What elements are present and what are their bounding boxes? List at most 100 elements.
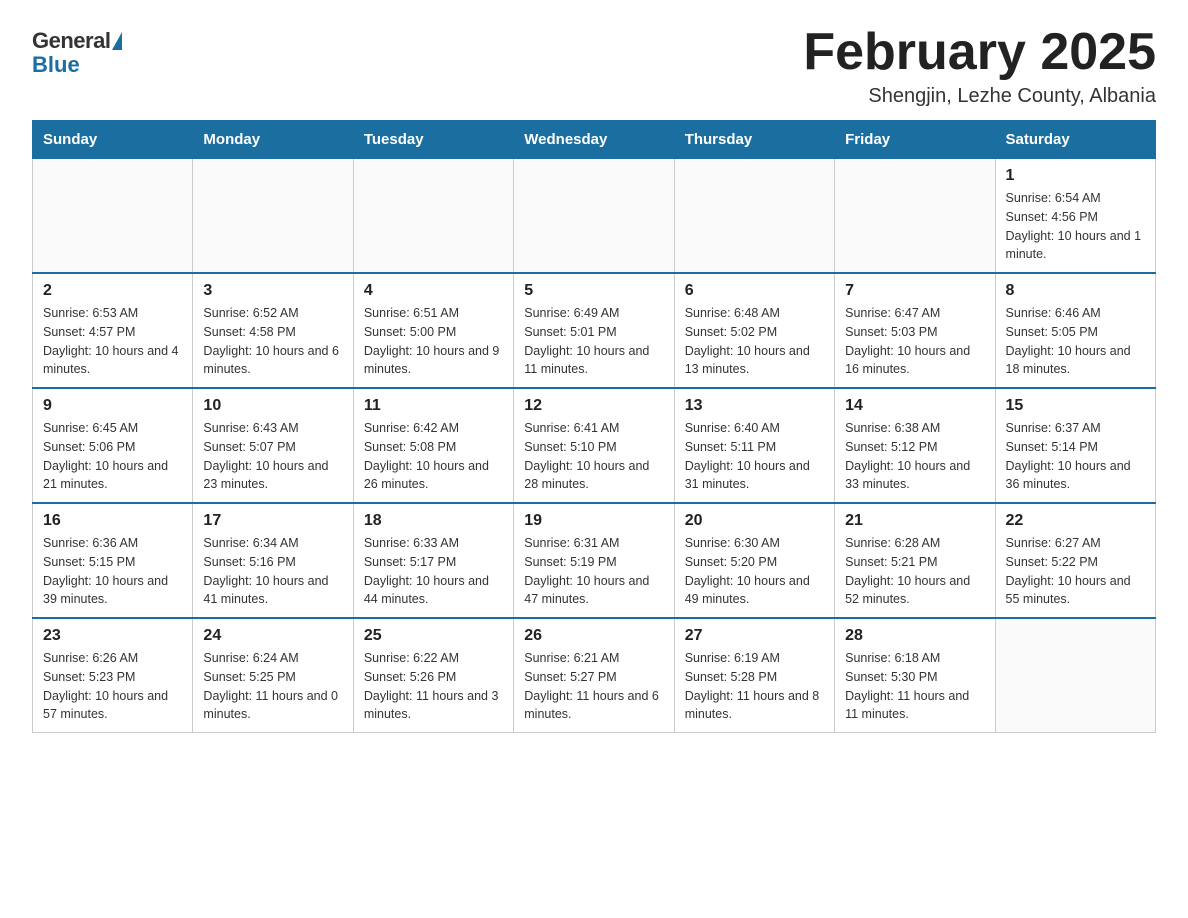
day-number: 17 xyxy=(203,512,342,530)
day-cell: 23 Sunrise: 6:26 AMSunset: 5:23 PMDayligh… xyxy=(33,618,193,733)
day-info: Sunrise: 6:45 AMSunset: 5:06 PMDaylight:… xyxy=(43,419,182,494)
day-number: 2 xyxy=(43,282,182,300)
day-number: 28 xyxy=(845,627,984,645)
day-number: 8 xyxy=(1006,282,1145,300)
title-block: February 2025 Shengjin, Lezhe County, Al… xyxy=(803,24,1156,108)
day-cell: 9Sunrise: 6:45 AMSunset: 5:06 PMDaylight… xyxy=(33,388,193,503)
day-info: Sunrise: 6:27 AMSunset: 5:22 PMDaylight:… xyxy=(1006,534,1145,609)
logo: General Blue xyxy=(32,24,122,78)
day-number: 7 xyxy=(845,282,984,300)
day-cell: 18Sunrise: 6:33 AMSunset: 5:17 PMDayligh… xyxy=(353,503,513,618)
day-info: Sunrise: 6:40 AMSunset: 5:11 PMDaylight:… xyxy=(685,419,824,494)
day-cell: 28 Sunrise: 6:18 AMSunset: 5:30 PMDayligh… xyxy=(835,618,995,733)
day-number: 16 xyxy=(43,512,182,530)
day-info: Sunrise: 6:22 AMSunset: 5:26 PMDaylight:… xyxy=(364,649,503,724)
day-cell: 22 Sunrise: 6:27 AMSunset: 5:22 PMDayligh… xyxy=(995,503,1155,618)
calendar-header: SundayMondayTuesdayWednesdayThursdayFrid… xyxy=(33,121,1156,159)
day-number: 1 xyxy=(1006,167,1145,185)
day-cell xyxy=(835,159,995,274)
day-info: Sunrise: 6:18 AMSunset: 5:30 PMDaylight:… xyxy=(845,649,984,724)
week-row-3: 16Sunrise: 6:36 AMSunset: 5:15 PMDayligh… xyxy=(33,503,1156,618)
day-cell: 16Sunrise: 6:36 AMSunset: 5:15 PMDayligh… xyxy=(33,503,193,618)
day-cell: 15 Sunrise: 6:37 AMSunset: 5:14 PMDayligh… xyxy=(995,388,1155,503)
day-cell: 11 Sunrise: 6:42 AMSunset: 5:08 PMDayligh… xyxy=(353,388,513,503)
day-cell: 8 Sunrise: 6:46 AMSunset: 5:05 PMDaylight… xyxy=(995,273,1155,388)
day-cell: 24 Sunrise: 6:24 AMSunset: 5:25 PMDayligh… xyxy=(193,618,353,733)
day-info: Sunrise: 6:24 AMSunset: 5:25 PMDaylight:… xyxy=(203,649,342,724)
day-cell: 26 Sunrise: 6:21 AMSunset: 5:27 PMDayligh… xyxy=(514,618,674,733)
day-info: Sunrise: 6:54 AMSunset: 4:56 PMDaylight:… xyxy=(1006,189,1145,264)
header-day-tuesday: Tuesday xyxy=(353,121,513,159)
day-number: 10 xyxy=(203,397,342,415)
day-cell: 10Sunrise: 6:43 AMSunset: 5:07 PMDayligh… xyxy=(193,388,353,503)
day-info: Sunrise: 6:46 AMSunset: 5:05 PMDaylight:… xyxy=(1006,304,1145,379)
day-number: 19 xyxy=(524,512,663,530)
header-day-monday: Monday xyxy=(193,121,353,159)
week-row-4: 23 Sunrise: 6:26 AMSunset: 5:23 PMDayligh… xyxy=(33,618,1156,733)
day-cell xyxy=(193,159,353,274)
day-info: Sunrise: 6:30 AMSunset: 5:20 PMDaylight:… xyxy=(685,534,824,609)
day-cell: 5 Sunrise: 6:49 AMSunset: 5:01 PMDaylight… xyxy=(514,273,674,388)
day-number: 3 xyxy=(203,282,342,300)
day-cell: 12Sunrise: 6:41 AMSunset: 5:10 PMDayligh… xyxy=(514,388,674,503)
day-info: Sunrise: 6:52 AMSunset: 4:58 PMDaylight:… xyxy=(203,304,342,379)
month-title: February 2025 xyxy=(803,24,1156,81)
logo-arrow-icon xyxy=(112,32,122,50)
header-day-thursday: Thursday xyxy=(674,121,834,159)
day-info: Sunrise: 6:38 AMSunset: 5:12 PMDaylight:… xyxy=(845,419,984,494)
day-cell xyxy=(514,159,674,274)
day-number: 27 xyxy=(685,627,824,645)
day-cell: 21 Sunrise: 6:28 AMSunset: 5:21 PMDayligh… xyxy=(835,503,995,618)
day-number: 14 xyxy=(845,397,984,415)
header-day-sunday: Sunday xyxy=(33,121,193,159)
day-cell xyxy=(995,618,1155,733)
day-cell xyxy=(353,159,513,274)
logo-general-text: General xyxy=(32,28,110,54)
day-info: Sunrise: 6:37 AMSunset: 5:14 PMDaylight:… xyxy=(1006,419,1145,494)
week-row-1: 2Sunrise: 6:53 AMSunset: 4:57 PMDaylight… xyxy=(33,273,1156,388)
day-cell: 1 Sunrise: 6:54 AMSunset: 4:56 PMDaylight… xyxy=(995,159,1155,274)
day-cell: 2Sunrise: 6:53 AMSunset: 4:57 PMDaylight… xyxy=(33,273,193,388)
day-info: Sunrise: 6:31 AMSunset: 5:19 PMDaylight:… xyxy=(524,534,663,609)
day-info: Sunrise: 6:19 AMSunset: 5:28 PMDaylight:… xyxy=(685,649,824,724)
day-number: 24 xyxy=(203,627,342,645)
day-info: Sunrise: 6:28 AMSunset: 5:21 PMDaylight:… xyxy=(845,534,984,609)
page-header: General Blue February 2025 Shengjin, Lez… xyxy=(32,24,1156,108)
day-cell xyxy=(33,159,193,274)
day-number: 6 xyxy=(685,282,824,300)
week-row-2: 9Sunrise: 6:45 AMSunset: 5:06 PMDaylight… xyxy=(33,388,1156,503)
header-day-wednesday: Wednesday xyxy=(514,121,674,159)
day-info: Sunrise: 6:48 AMSunset: 5:02 PMDaylight:… xyxy=(685,304,824,379)
day-cell: 17 Sunrise: 6:34 AMSunset: 5:16 PMDayligh… xyxy=(193,503,353,618)
day-cell: 13 Sunrise: 6:40 AMSunset: 5:11 PMDayligh… xyxy=(674,388,834,503)
header-day-friday: Friday xyxy=(835,121,995,159)
day-info: Sunrise: 6:21 AMSunset: 5:27 PMDaylight:… xyxy=(524,649,663,724)
calendar-body: 1 Sunrise: 6:54 AMSunset: 4:56 PMDaylight… xyxy=(33,159,1156,733)
logo-blue-text: Blue xyxy=(32,52,80,78)
day-cell: 19 Sunrise: 6:31 AMSunset: 5:19 PMDayligh… xyxy=(514,503,674,618)
day-number: 11 xyxy=(364,397,503,415)
day-number: 21 xyxy=(845,512,984,530)
day-cell: 20 Sunrise: 6:30 AMSunset: 5:20 PMDayligh… xyxy=(674,503,834,618)
day-number: 23 xyxy=(43,627,182,645)
day-info: Sunrise: 6:33 AMSunset: 5:17 PMDaylight:… xyxy=(364,534,503,609)
day-number: 5 xyxy=(524,282,663,300)
day-info: Sunrise: 6:42 AMSunset: 5:08 PMDaylight:… xyxy=(364,419,503,494)
calendar-table: SundayMondayTuesdayWednesdayThursdayFrid… xyxy=(32,120,1156,733)
day-info: Sunrise: 6:34 AMSunset: 5:16 PMDaylight:… xyxy=(203,534,342,609)
day-number: 26 xyxy=(524,627,663,645)
day-number: 15 xyxy=(1006,397,1145,415)
day-cell: 27 Sunrise: 6:19 AMSunset: 5:28 PMDayligh… xyxy=(674,618,834,733)
day-cell xyxy=(674,159,834,274)
header-day-saturday: Saturday xyxy=(995,121,1155,159)
day-number: 13 xyxy=(685,397,824,415)
day-cell: 25 Sunrise: 6:22 AMSunset: 5:26 PMDayligh… xyxy=(353,618,513,733)
day-info: Sunrise: 6:49 AMSunset: 5:01 PMDaylight:… xyxy=(524,304,663,379)
day-number: 20 xyxy=(685,512,824,530)
location: Shengjin, Lezhe County, Albania xyxy=(803,85,1156,108)
week-row-0: 1 Sunrise: 6:54 AMSunset: 4:56 PMDaylight… xyxy=(33,159,1156,274)
header-row: SundayMondayTuesdayWednesdayThursdayFrid… xyxy=(33,121,1156,159)
day-info: Sunrise: 6:26 AMSunset: 5:23 PMDaylight:… xyxy=(43,649,182,724)
day-number: 25 xyxy=(364,627,503,645)
day-number: 22 xyxy=(1006,512,1145,530)
